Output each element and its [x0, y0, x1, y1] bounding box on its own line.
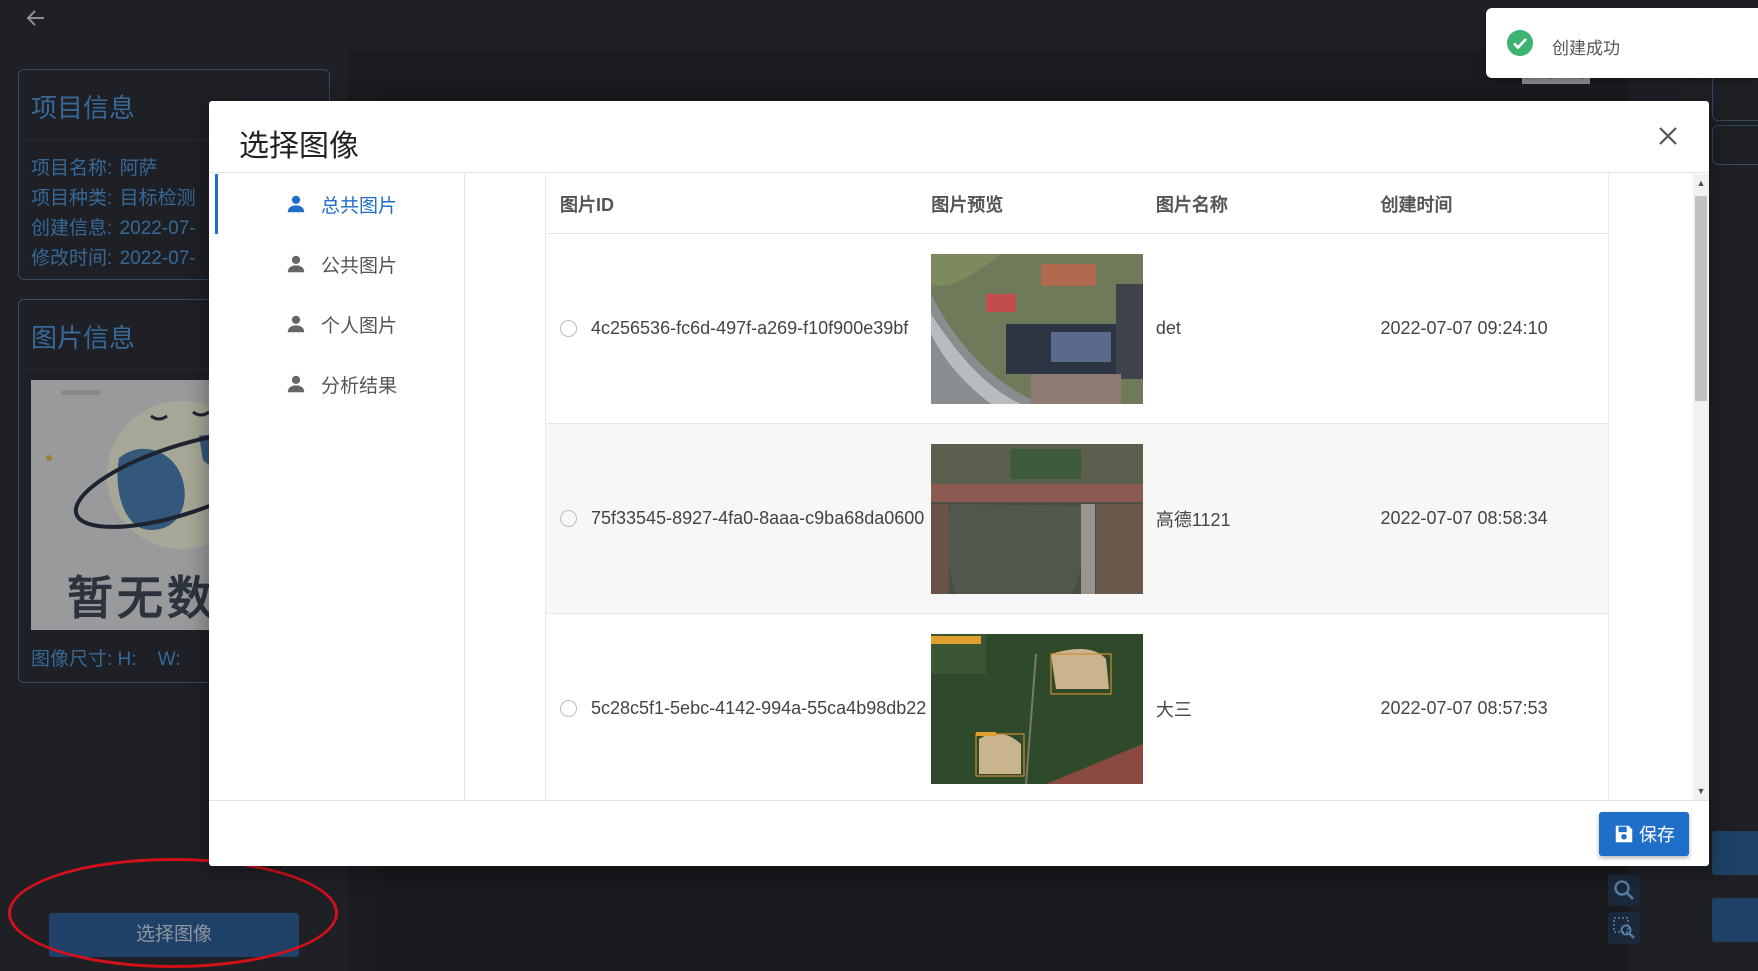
user-icon [287, 375, 305, 393]
dialog-close-button[interactable] [1655, 123, 1681, 149]
image-id: 75f33545-8927-4fa0-8aaa-c9ba68da0600 [591, 508, 925, 528]
column-header-name: 图片名称 [1155, 194, 1228, 215]
image-thumbnail [931, 633, 1144, 784]
nav-item-all-images[interactable]: 总共图片 [209, 174, 464, 234]
nav-item-label: 总共图片 [321, 195, 398, 217]
dialog-header: 选择图像 [209, 101, 1709, 173]
image-thumbnail [931, 443, 1144, 594]
success-toast: 创建成功 [1486, 8, 1758, 78]
column-header-time: 创建时间 [1380, 194, 1453, 215]
table-row[interactable]: 4c256536-fc6d-497f-a269-f10f900e39bf det… [546, 234, 1608, 424]
save-button[interactable]: 保存 [1599, 812, 1689, 856]
user-icon [287, 255, 305, 273]
dialog-title: 选择图像 [239, 130, 359, 163]
row-preview-cell [931, 633, 1156, 784]
column-header-id: 图片ID [560, 194, 614, 215]
image-created-time: 2022-07-07 08:57:53 [1380, 698, 1548, 718]
row-radio[interactable] [560, 700, 577, 717]
row-radio[interactable] [560, 320, 577, 337]
check-circle-icon [1507, 30, 1533, 56]
toast-message: 创建成功 [1552, 38, 1620, 58]
table-row[interactable]: 5c28c5f1-5ebc-4142-994a-55ca4b98db22 大三 … [546, 614, 1608, 800]
user-icon [287, 315, 305, 333]
save-button-label: 保存 [1639, 825, 1675, 845]
nav-item-personal-images[interactable]: 个人图片 [209, 294, 464, 354]
user-icon [287, 195, 305, 213]
row-preview-cell [931, 253, 1156, 404]
table-header: 图片ID 图片预览 图片名称 创建时间 [546, 174, 1608, 234]
image-id: 5c28c5f1-5ebc-4142-994a-55ca4b98db22 [591, 698, 927, 718]
nav-item-label: 公共图片 [321, 255, 398, 277]
image-created-time: 2022-07-07 09:24:10 [1380, 318, 1548, 338]
image-thumbnail [931, 253, 1144, 404]
row-id-cell: 5c28c5f1-5ebc-4142-994a-55ca4b98db22 [546, 698, 931, 719]
scroll-thumb[interactable] [1695, 196, 1707, 401]
close-icon [1659, 127, 1677, 145]
vertical-scrollbar[interactable]: ▲ ▼ [1693, 174, 1709, 800]
row-preview-cell [931, 443, 1156, 594]
nav-item-label: 个人图片 [321, 315, 398, 337]
nav-item-analysis-results[interactable]: 分析结果 [209, 354, 464, 414]
scroll-up-arrow[interactable]: ▲ [1696, 178, 1706, 188]
image-name: det [1155, 318, 1181, 338]
image-created-time: 2022-07-07 08:58:34 [1380, 508, 1548, 528]
column-header-preview: 图片预览 [931, 194, 1004, 215]
dialog-nav: 总共图片 公共图片 个人图片 分析结果 [209, 174, 465, 800]
nav-item-public-images[interactable]: 公共图片 [209, 234, 464, 294]
image-name: 大三 [1155, 699, 1192, 720]
scroll-down-arrow[interactable]: ▼ [1696, 786, 1706, 796]
row-id-cell: 4c256536-fc6d-497f-a269-f10f900e39bf [546, 318, 931, 339]
nav-item-label: 分析结果 [321, 375, 398, 397]
table-row[interactable]: 75f33545-8927-4fa0-8aaa-c9ba68da0600 高德1… [546, 424, 1608, 614]
row-id-cell: 75f33545-8927-4fa0-8aaa-c9ba68da0600 [546, 508, 931, 529]
image-id: 4c256536-fc6d-497f-a269-f10f900e39bf [591, 318, 909, 338]
dialog-footer: 保存 [209, 800, 1709, 866]
save-icon [1615, 825, 1633, 843]
image-table: 图片ID 图片预览 图片名称 创建时间 4c256536-fc6d-497f-a… [545, 174, 1609, 800]
row-radio[interactable] [560, 510, 577, 527]
select-image-dialog: 选择图像 总共图片 公共图片 个人图片 分析结果 图片ID 图片预览 图片名称 [209, 101, 1709, 866]
image-name: 高德1121 [1155, 509, 1231, 530]
dialog-content: 图片ID 图片预览 图片名称 创建时间 4c256536-fc6d-497f-a… [465, 174, 1709, 800]
